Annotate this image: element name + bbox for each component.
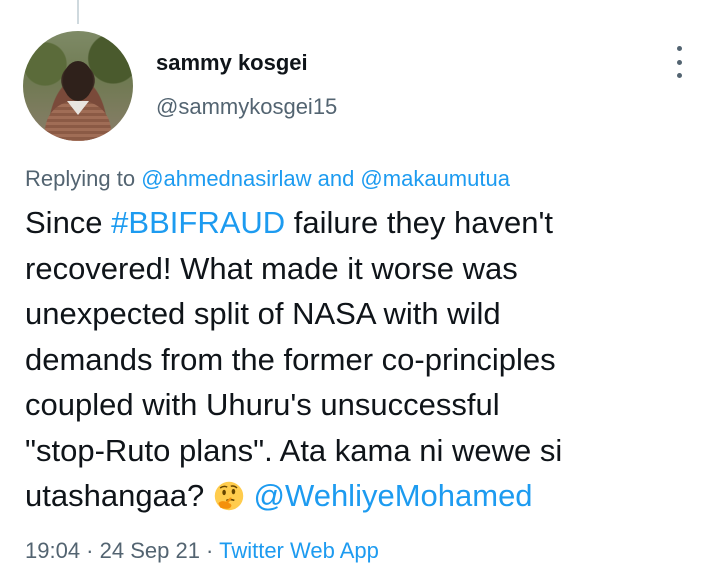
author-handle[interactable]: @sammykosgei15 [156, 94, 337, 120]
thinking-face-icon [214, 481, 244, 511]
avatar-face [63, 61, 93, 101]
tweet-source-link[interactable]: Twitter Web App [219, 538, 379, 563]
tweet-time[interactable]: 19:04 [25, 538, 80, 563]
tweet-text: Since #BBIFRAUD failure they haven't rec… [25, 200, 705, 519]
tweet-text-part-1: Since [25, 205, 112, 240]
avatar[interactable] [23, 31, 133, 141]
reply-user-link-2[interactable]: @makaumutua [360, 166, 510, 191]
replying-to-label: Replying to [25, 166, 142, 191]
reply-and-label[interactable]: and [311, 166, 360, 191]
author-display-name[interactable]: sammy kosgei [156, 50, 308, 76]
separator-dot: · [199, 538, 220, 563]
hashtag-link[interactable]: #BBIFRAUD [111, 205, 285, 240]
thread-connector-line [77, 0, 79, 24]
more-options-icon[interactable] [668, 46, 690, 78]
replying-to-line: Replying to @ahmednasirlaw and @makaumut… [25, 165, 510, 193]
tweet-text-part-2: failure they haven't recovered! What mad… [25, 205, 563, 513]
reply-user-link-1[interactable]: @ahmednasirlaw [141, 166, 311, 191]
separator-dot: · [80, 538, 100, 563]
tweet-date[interactable]: 24 Sep 21 [100, 538, 200, 563]
mention-link[interactable]: @WehliyeMohamed [254, 478, 533, 513]
tweet-metadata: 19:04 · 24 Sep 21 · Twitter Web App [25, 537, 379, 565]
